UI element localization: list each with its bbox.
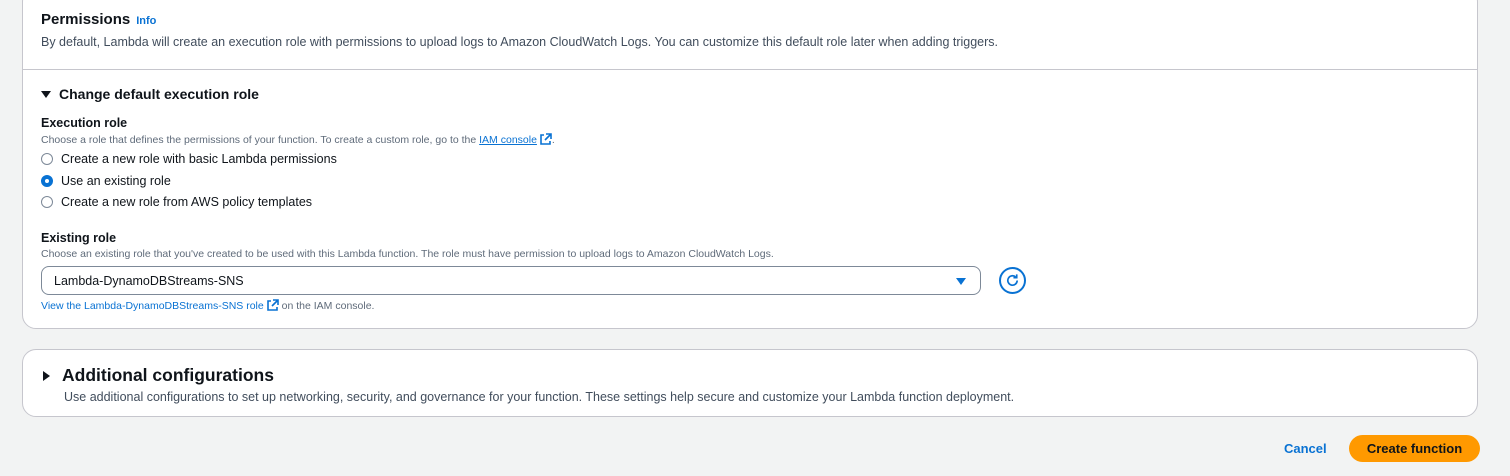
- caret-down-icon: [41, 90, 51, 98]
- external-link-icon: [540, 133, 552, 145]
- additional-configurations-panel: Additional configurations Use additional…: [22, 349, 1478, 417]
- execution-role-label: Execution role: [41, 116, 128, 130]
- view-role-link[interactable]: View the Lambda-DynamoDBStreams-SNS role: [41, 300, 264, 312]
- create-function-button[interactable]: Create function: [1349, 435, 1480, 462]
- caret-down-icon: [956, 278, 966, 285]
- radio-circle-checked: [41, 175, 53, 187]
- cancel-button[interactable]: Cancel: [1270, 437, 1341, 461]
- change-default-role-expander[interactable]: Change default execution role: [41, 86, 259, 102]
- existing-role-select[interactable]: Lambda-DynamoDBStreams-SNS: [41, 266, 981, 295]
- refresh-button[interactable]: [999, 267, 1026, 294]
- external-link-icon: [266, 299, 279, 311]
- execution-role-description: Choose a role that defines the permissio…: [41, 133, 555, 146]
- permissions-header: Permissions Info: [41, 11, 156, 29]
- radio-create-from-templates[interactable]: Create a new role from AWS policy templa…: [41, 195, 312, 209]
- existing-role-value: Lambda-DynamoDBStreams-SNS: [54, 273, 244, 288]
- permissions-panel: Permissions Info By default, Lambda will …: [22, 0, 1478, 329]
- radio-use-existing-role[interactable]: Use an existing role: [41, 174, 171, 188]
- additional-configurations-description: Use additional configurations to set up …: [64, 390, 1015, 404]
- existing-role-label: Existing role: [41, 231, 117, 245]
- view-role-line: View the Lambda-DynamoDBStreams-SNS role…: [41, 299, 375, 312]
- caret-right-icon: [43, 370, 50, 381]
- radio-circle: [41, 153, 53, 165]
- additional-configurations-title: Additional configurations: [62, 365, 274, 385]
- divider: [23, 69, 1477, 70]
- radio-create-basic-role[interactable]: Create a new role with basic Lambda perm…: [41, 152, 337, 166]
- info-link[interactable]: Info: [136, 15, 156, 27]
- existing-role-description: Choose an existing role that you've crea…: [41, 248, 774, 260]
- iam-console-link[interactable]: IAM console: [479, 134, 537, 146]
- permissions-title: Permissions: [41, 11, 131, 28]
- additional-configurations-expander[interactable]: Additional configurations: [43, 365, 274, 386]
- expander-label: Change default execution role: [59, 86, 259, 102]
- radio-circle: [41, 196, 53, 208]
- refresh-icon: [1007, 274, 1019, 286]
- permissions-description: By default, Lambda will create an execut…: [41, 35, 999, 49]
